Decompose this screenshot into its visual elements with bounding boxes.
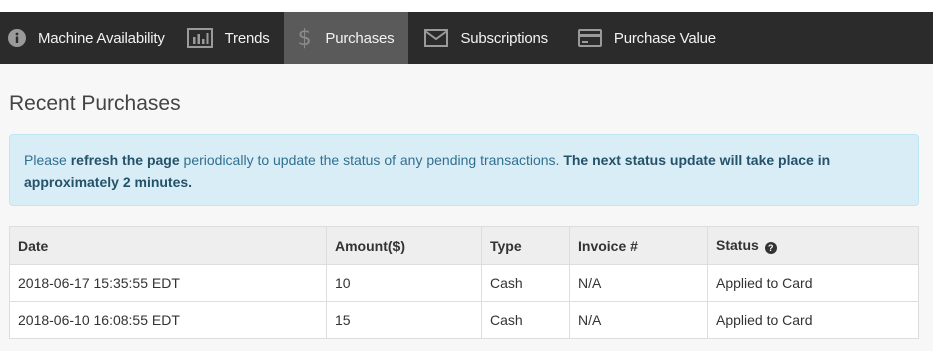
nav-item-purchases[interactable]: $ Purchases — [283, 12, 409, 64]
cell-invoice: N/A — [569, 301, 708, 339]
header-status-label: Status — [716, 237, 759, 253]
header-invoice: Invoice # — [569, 226, 708, 265]
table-row: 2018-06-17 15:35:55 EDT 10 Cash N/A Appl… — [9, 264, 919, 302]
question-circle-icon[interactable]: ? — [764, 242, 777, 254]
cell-type: Cash — [481, 264, 570, 302]
header-date: Date — [9, 226, 327, 265]
top-navbar: Machine Availability Trends $ Purchases … — [0, 12, 933, 64]
cell-status: Applied to Card — [707, 264, 919, 302]
dollar-icon: $ — [297, 25, 312, 51]
cell-date: 2018-06-17 15:35:55 EDT — [9, 264, 327, 302]
nav-label-purchase-value: Purchase Value — [613, 29, 716, 47]
nav-item-purchase-value[interactable]: Purchase Value — [562, 12, 730, 64]
nav-label-trends: Trends — [224, 29, 270, 47]
alert-text-prefix: Please — [24, 152, 71, 168]
cell-amount: 15 — [326, 301, 482, 339]
header-type: Type — [481, 226, 570, 265]
nav-label-subscriptions: Subscriptions — [460, 29, 548, 47]
cell-status: Applied to Card — [707, 301, 919, 339]
cell-date: 2018-06-10 16:08:55 EDT — [9, 301, 327, 339]
table-row: 2018-06-10 16:08:55 EDT 15 Cash N/A Appl… — [9, 301, 919, 339]
alert-text-middle: periodically to update the status of any… — [179, 152, 564, 168]
cell-type: Cash — [481, 301, 570, 339]
table-header-row: Date Amount($) Type Invoice # Status ? — [9, 226, 919, 265]
refresh-page-link[interactable]: refresh the page — [71, 152, 180, 168]
nav-item-subscriptions[interactable]: Subscriptions — [408, 12, 561, 64]
main-content: Recent Purchases Please refresh the page… — [0, 64, 933, 351]
envelope-icon — [424, 29, 449, 47]
bar-chart-icon — [186, 28, 213, 48]
cell-invoice: N/A — [569, 264, 708, 302]
info-circle-icon — [8, 29, 26, 47]
page-title: Recent Purchases — [9, 92, 181, 115]
credit-card-icon — [577, 29, 602, 47]
nav-item-machine-availability[interactable]: Machine Availability — [0, 12, 179, 64]
purchases-table: Date Amount($) Type Invoice # Status ? 2… — [9, 226, 919, 339]
header-amount: Amount($) — [326, 226, 482, 265]
nav-label-purchases: Purchases — [325, 29, 395, 47]
cell-amount: 10 — [326, 264, 482, 302]
nav-label-machine-availability: Machine Availability — [38, 29, 165, 47]
header-status: Status ? — [707, 226, 919, 265]
info-alert: Please refresh the page periodically to … — [9, 134, 919, 206]
nav-item-trends[interactable]: Trends — [179, 12, 284, 64]
